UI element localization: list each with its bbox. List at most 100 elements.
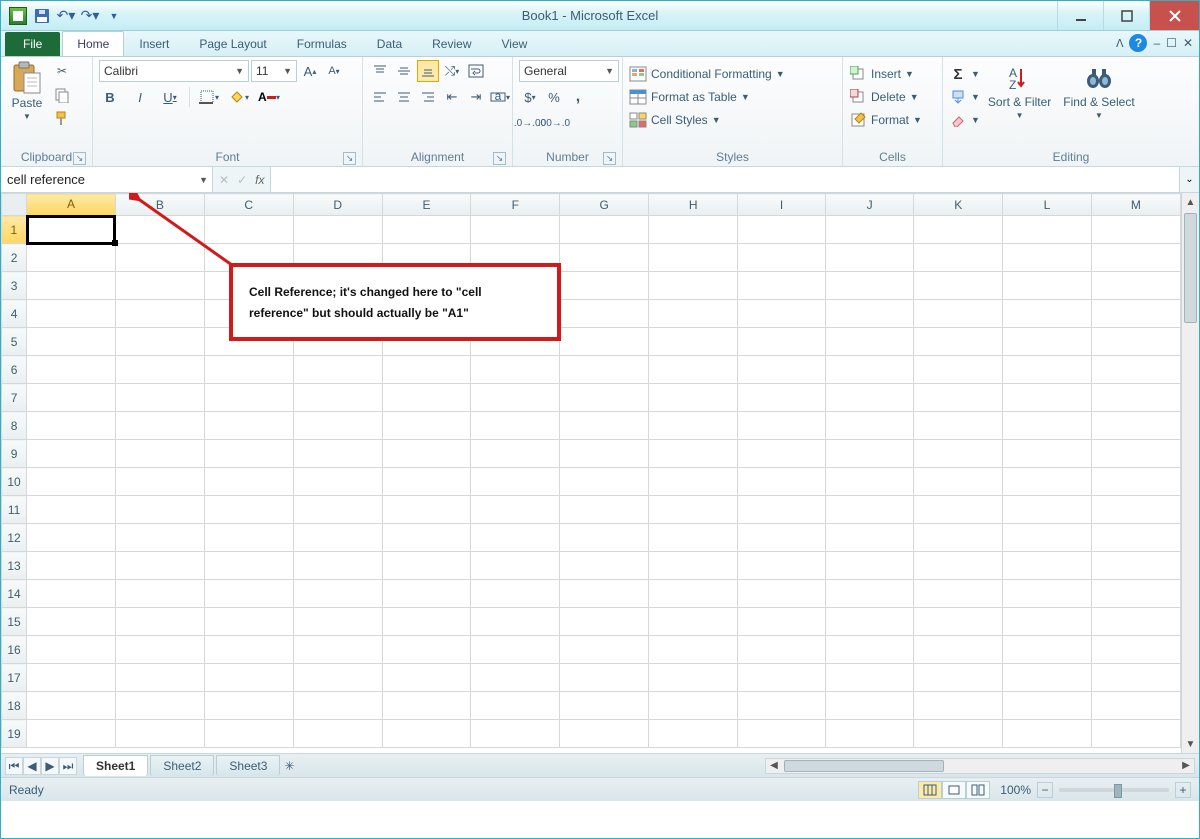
cell[interactable] <box>738 244 826 272</box>
cell[interactable] <box>27 244 116 272</box>
row-header[interactable]: 5 <box>2 328 27 356</box>
cell[interactable] <box>115 412 204 440</box>
row-header[interactable]: 11 <box>2 496 27 524</box>
cell[interactable] <box>1003 636 1092 664</box>
cell[interactable] <box>27 608 116 636</box>
tab-data[interactable]: Data <box>362 31 417 56</box>
cell[interactable] <box>204 412 293 440</box>
cell[interactable] <box>115 636 204 664</box>
column-header[interactable]: K <box>914 194 1003 216</box>
cell[interactable] <box>382 412 471 440</box>
page-layout-view-button[interactable] <box>942 781 966 799</box>
cell[interactable] <box>115 300 204 328</box>
borders-button[interactable]: ▾ <box>198 86 220 108</box>
cell[interactable] <box>825 720 913 748</box>
qat-customize-button[interactable]: ▼ <box>105 7 123 25</box>
zoom-in-button[interactable]: + <box>1175 782 1191 798</box>
cell[interactable] <box>1003 216 1092 244</box>
cell[interactable] <box>293 580 382 608</box>
cell[interactable] <box>1003 272 1092 300</box>
cell[interactable] <box>649 440 738 468</box>
cell[interactable] <box>27 664 116 692</box>
cell[interactable] <box>738 636 826 664</box>
row-header[interactable]: 1 <box>2 216 27 244</box>
cell[interactable] <box>115 440 204 468</box>
sheet-nav-prev[interactable]: ◀ <box>23 757 41 775</box>
cell[interactable] <box>649 608 738 636</box>
cell[interactable] <box>115 468 204 496</box>
cell[interactable] <box>115 580 204 608</box>
cell[interactable] <box>738 496 826 524</box>
row-header[interactable]: 2 <box>2 244 27 272</box>
cell[interactable] <box>1091 300 1180 328</box>
cell[interactable] <box>471 524 560 552</box>
cell[interactable] <box>115 720 204 748</box>
cell[interactable] <box>204 692 293 720</box>
cell[interactable] <box>738 468 826 496</box>
clipboard-launcher[interactable]: ↘ <box>73 152 86 165</box>
cell[interactable] <box>649 496 738 524</box>
cell[interactable] <box>649 468 738 496</box>
cell[interactable] <box>560 412 649 440</box>
sheet-nav-first[interactable]: ⏮ <box>5 757 23 775</box>
vertical-scrollbar[interactable]: ▲ ▼ <box>1181 193 1199 753</box>
cell[interactable] <box>914 552 1003 580</box>
column-header[interactable]: A <box>27 194 116 216</box>
cell[interactable] <box>649 552 738 580</box>
tab-home[interactable]: Home <box>62 31 124 56</box>
cell[interactable] <box>204 608 293 636</box>
cell[interactable] <box>1091 552 1180 580</box>
cell[interactable] <box>1003 468 1092 496</box>
format-cells-button[interactable]: Format▼ <box>849 110 922 130</box>
cell[interactable] <box>293 216 382 244</box>
cell[interactable] <box>914 440 1003 468</box>
cell[interactable] <box>115 328 204 356</box>
cell[interactable] <box>1003 552 1092 580</box>
cell[interactable] <box>649 300 738 328</box>
cell[interactable] <box>1003 440 1092 468</box>
cell[interactable] <box>27 272 116 300</box>
cell[interactable] <box>560 272 649 300</box>
cell[interactable] <box>115 216 204 244</box>
cell[interactable] <box>1003 244 1092 272</box>
expand-formula-bar-button[interactable]: ⌄ <box>1179 167 1199 192</box>
cell[interactable] <box>914 692 1003 720</box>
cell[interactable] <box>27 440 116 468</box>
horizontal-scrollbar[interactable]: ◀ ▶ <box>765 758 1195 774</box>
alignment-launcher[interactable]: ↘ <box>493 152 506 165</box>
cell-styles-button[interactable]: Cell Styles▼ <box>629 110 721 130</box>
cell[interactable] <box>204 356 293 384</box>
cell[interactable] <box>914 356 1003 384</box>
cell[interactable] <box>293 440 382 468</box>
formula-input[interactable] <box>271 167 1179 192</box>
align-center-button[interactable] <box>393 86 415 108</box>
cell[interactable] <box>471 440 560 468</box>
cell[interactable] <box>825 272 913 300</box>
cell[interactable] <box>27 468 116 496</box>
cell[interactable] <box>1091 580 1180 608</box>
cell[interactable] <box>1091 468 1180 496</box>
insert-function-button[interactable]: fx <box>255 173 264 187</box>
cut-button[interactable]: ✂ <box>51 60 73 82</box>
find-select-button[interactable]: Find & Select▼ <box>1059 60 1138 122</box>
cell[interactable] <box>1003 328 1092 356</box>
tab-insert[interactable]: Insert <box>124 31 184 56</box>
cell[interactable] <box>825 664 913 692</box>
clear-button[interactable]: ▼ <box>949 110 980 130</box>
cell[interactable] <box>293 356 382 384</box>
zoom-out-button[interactable]: − <box>1037 782 1053 798</box>
cell[interactable] <box>560 328 649 356</box>
cell[interactable] <box>27 692 116 720</box>
spreadsheet-grid[interactable]: ABCDEFGHIJKLM 12345678910111213141516171… <box>1 193 1181 748</box>
cell[interactable] <box>204 720 293 748</box>
cell[interactable] <box>27 636 116 664</box>
normal-view-button[interactable] <box>918 781 942 799</box>
cell[interactable] <box>914 580 1003 608</box>
cell[interactable] <box>1091 216 1180 244</box>
cell[interactable] <box>293 608 382 636</box>
cell[interactable] <box>738 608 826 636</box>
cell[interactable] <box>649 328 738 356</box>
cell[interactable] <box>914 272 1003 300</box>
cell[interactable] <box>115 384 204 412</box>
cell[interactable] <box>825 300 913 328</box>
